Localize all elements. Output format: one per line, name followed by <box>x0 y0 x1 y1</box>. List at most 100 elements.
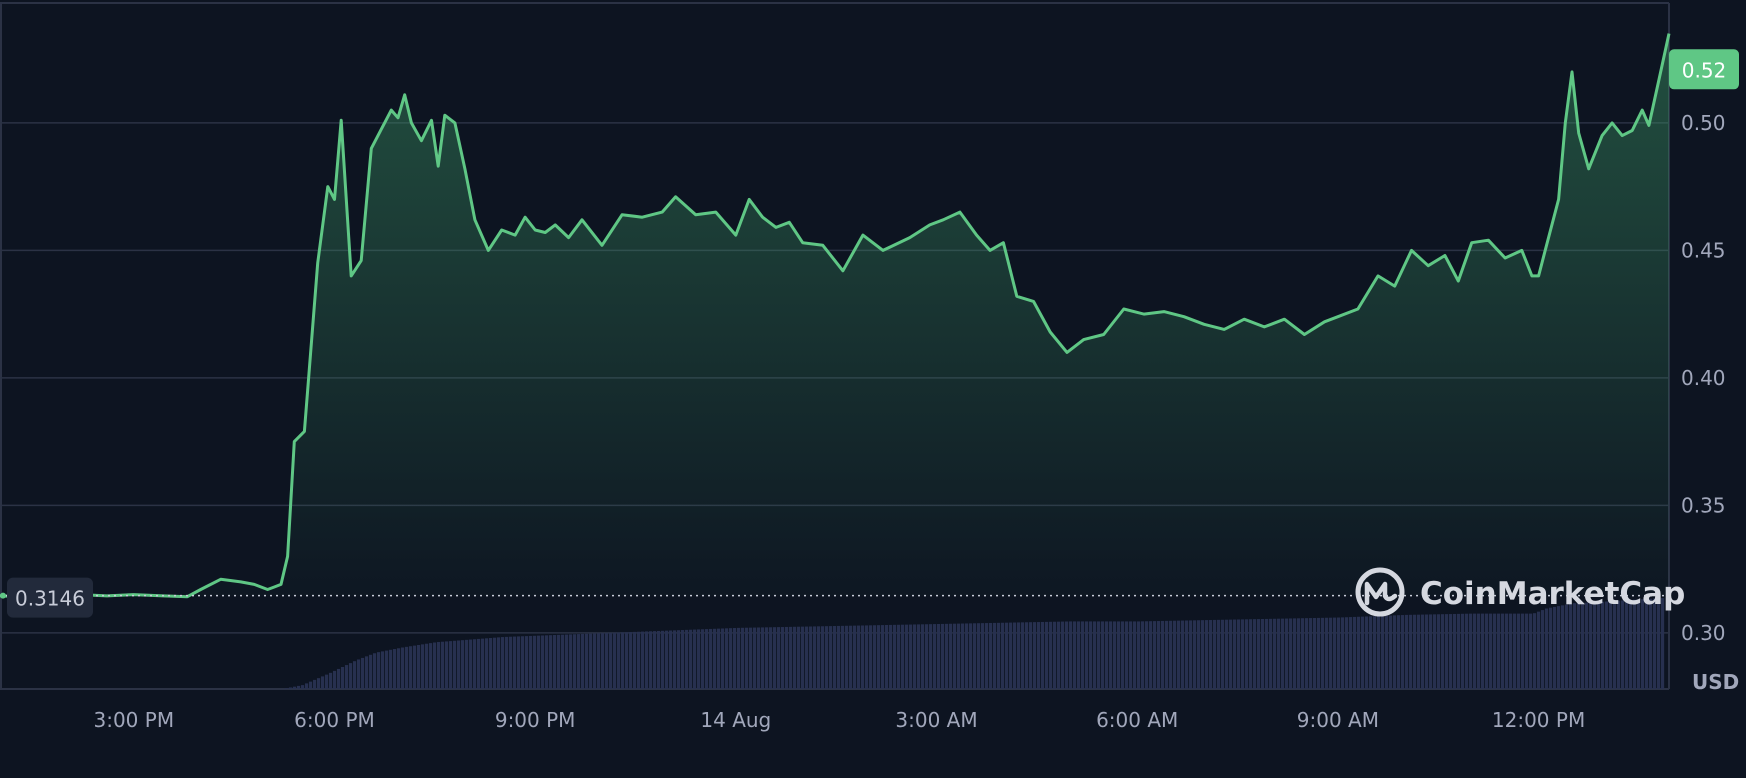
volume-bar <box>520 636 525 689</box>
volume-bar <box>956 623 961 689</box>
volume-bar <box>564 634 569 689</box>
volume-bar <box>1060 621 1065 689</box>
volume-bar <box>1588 602 1593 689</box>
volume-bar <box>1000 622 1005 689</box>
volume-bar <box>516 636 521 689</box>
volume-bar <box>1300 618 1305 689</box>
volume-bar <box>680 630 685 689</box>
volume-bar <box>492 637 497 689</box>
volume-bar <box>400 647 405 689</box>
volume-bar <box>1380 615 1385 689</box>
volume-bar <box>1432 614 1437 689</box>
volume-bar <box>504 636 509 689</box>
volume-bar <box>720 628 725 689</box>
volume-bar <box>944 623 949 689</box>
volume-bar <box>1624 600 1629 689</box>
volume-bar <box>1348 617 1353 689</box>
volume-bar <box>1548 607 1553 689</box>
volume-bar <box>1256 619 1261 689</box>
volume-bar <box>1096 621 1101 689</box>
volume-bar <box>308 681 313 689</box>
volume-bar <box>696 629 701 689</box>
volume-bar <box>360 657 365 689</box>
x-tick-label: 6:00 AM <box>1096 708 1178 732</box>
volume-bar <box>976 623 981 689</box>
volume-bar <box>600 633 605 689</box>
volume-bar <box>1344 617 1349 689</box>
volume-bar <box>1016 622 1021 689</box>
volume-bar <box>552 635 557 689</box>
volume-bar <box>608 632 613 689</box>
volume-bar <box>1148 621 1153 689</box>
volume-bar <box>1480 613 1485 689</box>
volume-bar <box>736 627 741 689</box>
volume-bar <box>692 629 697 689</box>
volume-bar <box>892 624 897 689</box>
x-axis-ticks: 3:00 PM 6:00 PM 9:00 PM 14 Aug 3:00 AM 6:00 A… <box>93 708 1585 732</box>
volume-bar <box>744 627 749 689</box>
volume-bar <box>380 651 385 689</box>
volume-bar <box>932 624 937 689</box>
volume-bar <box>1400 615 1405 689</box>
volume-bar <box>732 628 737 689</box>
volume-bar <box>1040 621 1045 689</box>
volume-bar <box>1156 621 1161 689</box>
volume-bar <box>1644 598 1649 689</box>
volume-bar <box>328 672 333 689</box>
volume-bar <box>408 646 413 689</box>
volume-bar <box>1628 599 1633 689</box>
volume-bar <box>848 625 853 689</box>
volume-bar <box>432 642 437 689</box>
volume-bar <box>540 635 545 689</box>
volume-bar <box>1224 619 1229 689</box>
volume-bar <box>1192 620 1197 689</box>
volume-bar <box>1064 621 1069 689</box>
volume-bar <box>664 630 669 689</box>
volume-bar <box>320 676 325 689</box>
volume-bar <box>1632 599 1637 689</box>
volume-bar <box>556 634 561 689</box>
volume-bar <box>340 666 345 689</box>
volume-bar <box>1012 622 1017 689</box>
volume-bar <box>384 650 389 689</box>
volume-bar <box>1100 621 1105 689</box>
volume-bar <box>592 633 597 689</box>
volume-bar <box>1204 620 1209 689</box>
volume-bar <box>1428 614 1433 689</box>
volume-bar <box>284 688 289 689</box>
volume-bar <box>1336 617 1341 689</box>
volume-bar <box>628 632 633 689</box>
volume-bar <box>812 626 817 689</box>
volume-bar <box>1652 598 1657 689</box>
volume-bar <box>1180 620 1185 689</box>
volume-bar <box>756 627 761 689</box>
volume-bar <box>1444 614 1449 689</box>
volume-bar <box>1528 613 1533 689</box>
volume-bar <box>780 627 785 689</box>
volume-bar <box>660 630 665 689</box>
volume-bar <box>412 645 417 689</box>
volume-bar <box>888 624 893 689</box>
volume-bar <box>900 624 905 689</box>
volume-bar <box>776 627 781 689</box>
volume-bar <box>1108 621 1113 689</box>
volume-bar <box>796 626 801 689</box>
volume-bar <box>1484 613 1489 689</box>
volume-bar <box>1500 613 1505 689</box>
chart-canvas[interactable]: 0.30 0.35 0.40 0.45 0.50 3:00 PM 6:00 PM 9:00 … <box>0 0 1746 778</box>
volume-bar <box>464 639 469 689</box>
volume-bar <box>1620 600 1625 689</box>
volume-bar <box>1524 613 1529 689</box>
volume-bar <box>288 687 293 689</box>
volume-bar <box>436 642 441 689</box>
volume-bar <box>472 639 477 689</box>
volume-bar <box>772 627 777 689</box>
volume-bar <box>1240 619 1245 689</box>
volume-bar <box>568 634 573 689</box>
volume-bar <box>1124 621 1129 689</box>
volume-bar <box>300 685 305 689</box>
volume-bar <box>804 626 809 689</box>
volume-bar <box>716 628 721 689</box>
volume-bar <box>876 625 881 689</box>
volume-bar <box>1384 615 1389 689</box>
